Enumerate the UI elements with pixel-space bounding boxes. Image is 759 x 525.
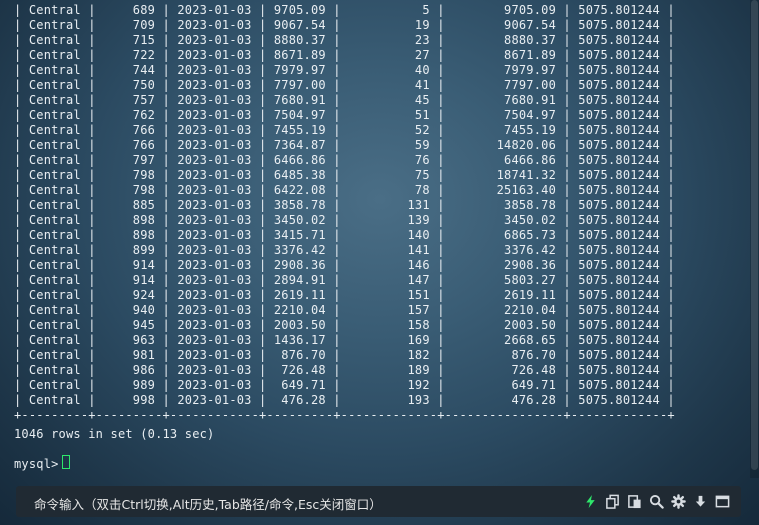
table-row: | Central | 914 | 2023-01-03 | 2908.36 |…	[14, 258, 675, 272]
table-row: | Central | 766 | 2023-01-03 | 7455.19 |…	[14, 123, 675, 137]
table-row: | Central | 898 | 2023-01-03 | 3415.71 |…	[14, 228, 675, 242]
scrollbar[interactable]	[750, 0, 759, 478]
table-row: | Central | 945 | 2023-01-03 | 2003.50 |…	[14, 318, 675, 332]
terminal-output[interactable]: | Central | 689 | 2023-01-03 | 9705.09 |…	[0, 0, 750, 478]
table-row: | Central | 762 | 2023-01-03 | 7504.97 |…	[14, 108, 675, 122]
table-row: | Central | 998 | 2023-01-03 | 476.28 | …	[14, 393, 675, 407]
table-row: | Central | 744 | 2023-01-03 | 7979.97 |…	[14, 63, 675, 77]
table-row: | Central | 797 | 2023-01-03 | 6466.86 |…	[14, 153, 675, 167]
table-row: | Central | 885 | 2023-01-03 | 3858.78 |…	[14, 198, 675, 212]
table-row: | Central | 722 | 2023-01-03 | 8671.89 |…	[14, 48, 675, 62]
scrollbar-thumb[interactable]	[751, 0, 758, 470]
result-summary: 1046 rows in set (0.13 sec)	[14, 427, 215, 441]
table-row: | Central | 940 | 2023-01-03 | 2210.04 |…	[14, 303, 675, 317]
text-cursor	[62, 455, 70, 469]
search-icon[interactable]	[648, 493, 665, 510]
paste-icon[interactable]	[626, 493, 643, 510]
table-row: | Central | 750 | 2023-01-03 | 7797.00 |…	[14, 78, 675, 92]
gear-icon[interactable]	[670, 493, 687, 510]
command-input-bar[interactable]: 命令输入（双击Ctrl切换,Alt历史,Tab路径/命令,Esc关闭窗口）	[16, 486, 741, 517]
table-row: | Central | 798 | 2023-01-03 | 6422.08 |…	[14, 183, 675, 197]
table-row: | Central | 689 | 2023-01-03 | 9705.09 |…	[14, 3, 675, 17]
table-row: | Central | 981 | 2023-01-03 | 876.70 | …	[14, 348, 675, 362]
table-row: | Central | 715 | 2023-01-03 | 8880.37 |…	[14, 33, 675, 47]
copy-icon[interactable]	[604, 493, 621, 510]
table-row: | Central | 898 | 2023-01-03 | 3450.02 |…	[14, 213, 675, 227]
table-row: | Central | 766 | 2023-01-03 | 7364.87 |…	[14, 138, 675, 152]
table-row: | Central | 757 | 2023-01-03 | 7680.91 |…	[14, 93, 675, 107]
lightning-icon[interactable]	[582, 493, 599, 510]
table-row: | Central | 986 | 2023-01-03 | 726.48 | …	[14, 363, 675, 377]
table-row: | Central | 924 | 2023-01-03 | 2619.11 |…	[14, 288, 675, 302]
table-row: | Central | 899 | 2023-01-03 | 3376.42 |…	[14, 243, 675, 257]
download-icon[interactable]	[692, 493, 709, 510]
table-border: +---------+---------+------------+------…	[14, 408, 675, 422]
table-row: | Central | 798 | 2023-01-03 | 6485.38 |…	[14, 168, 675, 182]
table-row: | Central | 709 | 2023-01-03 | 9067.54 |…	[14, 18, 675, 32]
table-row: | Central | 914 | 2023-01-03 | 2894.91 |…	[14, 273, 675, 287]
terminal-line: mysql>	[14, 457, 66, 471]
command-toolbar	[582, 492, 731, 511]
window-icon[interactable]	[714, 493, 731, 510]
command-hint[interactable]: 命令输入（双击Ctrl切换,Alt历史,Tab路径/命令,Esc关闭窗口）	[34, 494, 382, 513]
table-row: | Central | 963 | 2023-01-03 | 1436.17 |…	[14, 333, 675, 347]
table-row: | Central | 989 | 2023-01-03 | 649.71 | …	[14, 378, 675, 392]
